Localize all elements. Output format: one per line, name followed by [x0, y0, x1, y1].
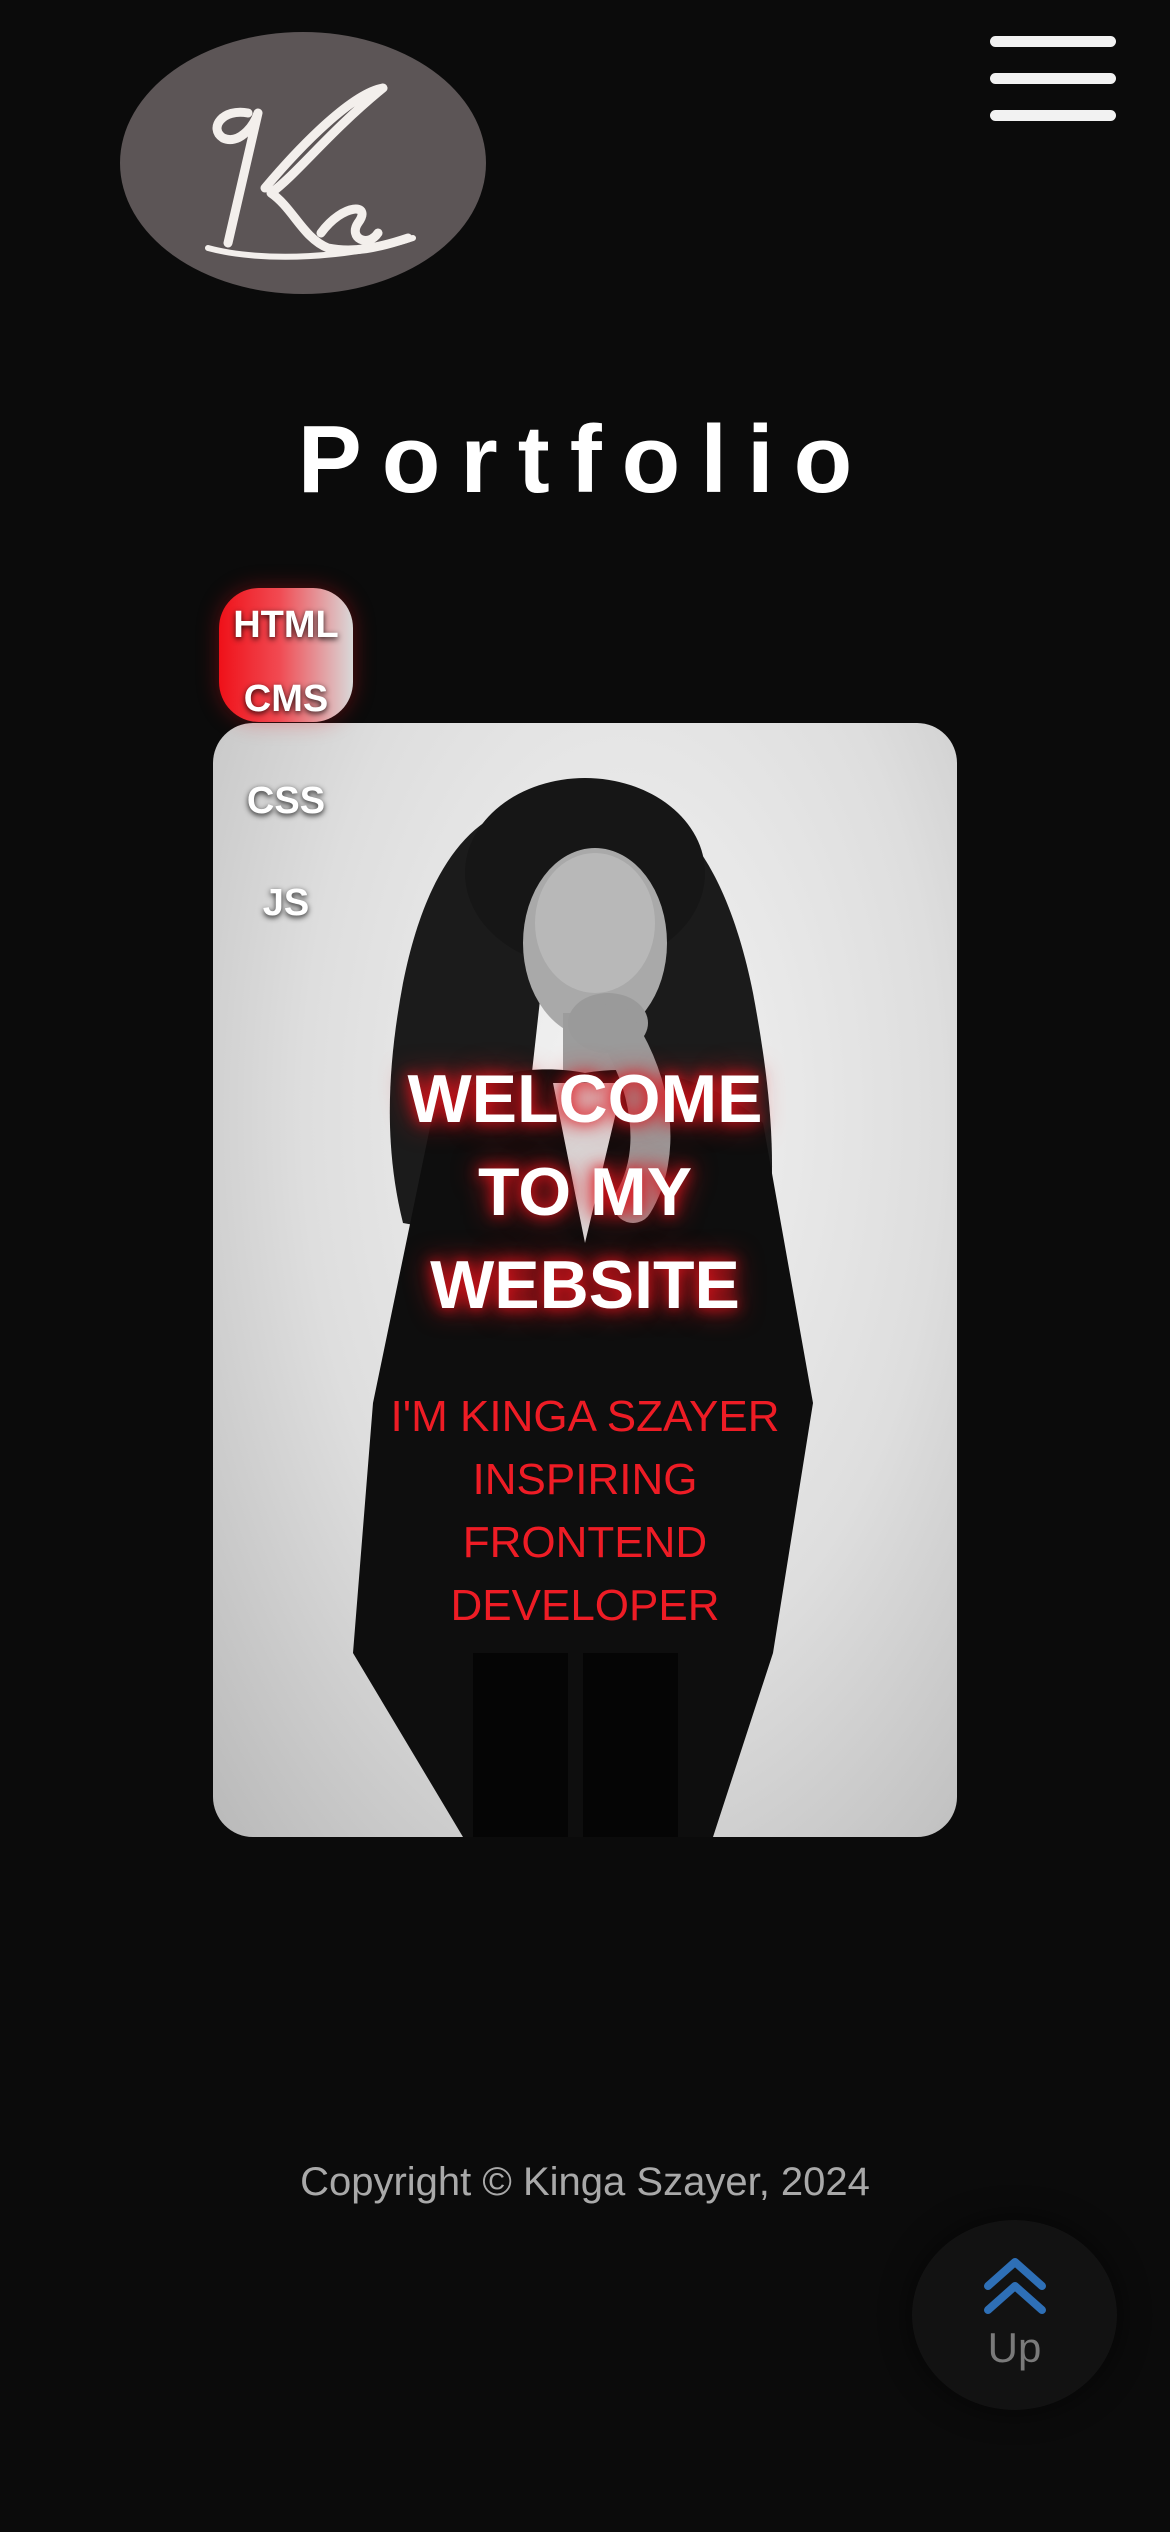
- welcome-line: WELCOME: [407, 1061, 763, 1137]
- svg-text:Ks: Ks: [297, 225, 310, 236]
- intro-subtitle: I'M KINGA SZAYER INSPIRING FRONTEND DEVE…: [213, 1385, 957, 1637]
- welcome-heading: WELCOME TO MY WEBSITE: [213, 1053, 957, 1332]
- subtitle-line: FRONTEND: [462, 1518, 708, 1567]
- ks-monogram-logo: Ks: [205, 83, 416, 260]
- page-title: Portfolio: [297, 406, 873, 513]
- welcome-line: WEBSITE: [430, 1247, 740, 1323]
- page: Ks Portfolio WELCOME TO MY WEBSITE I'M K…: [0, 0, 1170, 2532]
- subtitle-line: I'M KINGA SZAYER: [390, 1392, 780, 1441]
- hamburger-line: [990, 73, 1116, 84]
- double-chevron-up-icon: [984, 2258, 1046, 2314]
- portfolio-tabs: HTML CMS CSS JS: [219, 588, 353, 984]
- subtitle-line: INSPIRING: [472, 1455, 698, 1504]
- tab-js[interactable]: JS: [219, 866, 353, 984]
- hamburger-line: [990, 110, 1116, 121]
- hamburger-line: [990, 36, 1116, 47]
- tab-css[interactable]: CSS: [219, 764, 353, 882]
- up-label: Up: [987, 2324, 1042, 2371]
- hamburger-menu-icon[interactable]: [990, 36, 1116, 122]
- scroll-up-button[interactable]: Up: [912, 2220, 1117, 2410]
- subtitle-line: DEVELOPER: [450, 1581, 720, 1630]
- copyright-text: Copyright © Kinga Szayer, 2024: [300, 2160, 870, 2204]
- logo[interactable]: Ks: [120, 32, 486, 294]
- welcome-line: TO MY: [477, 1154, 693, 1230]
- tab-cms[interactable]: CMS: [219, 662, 353, 780]
